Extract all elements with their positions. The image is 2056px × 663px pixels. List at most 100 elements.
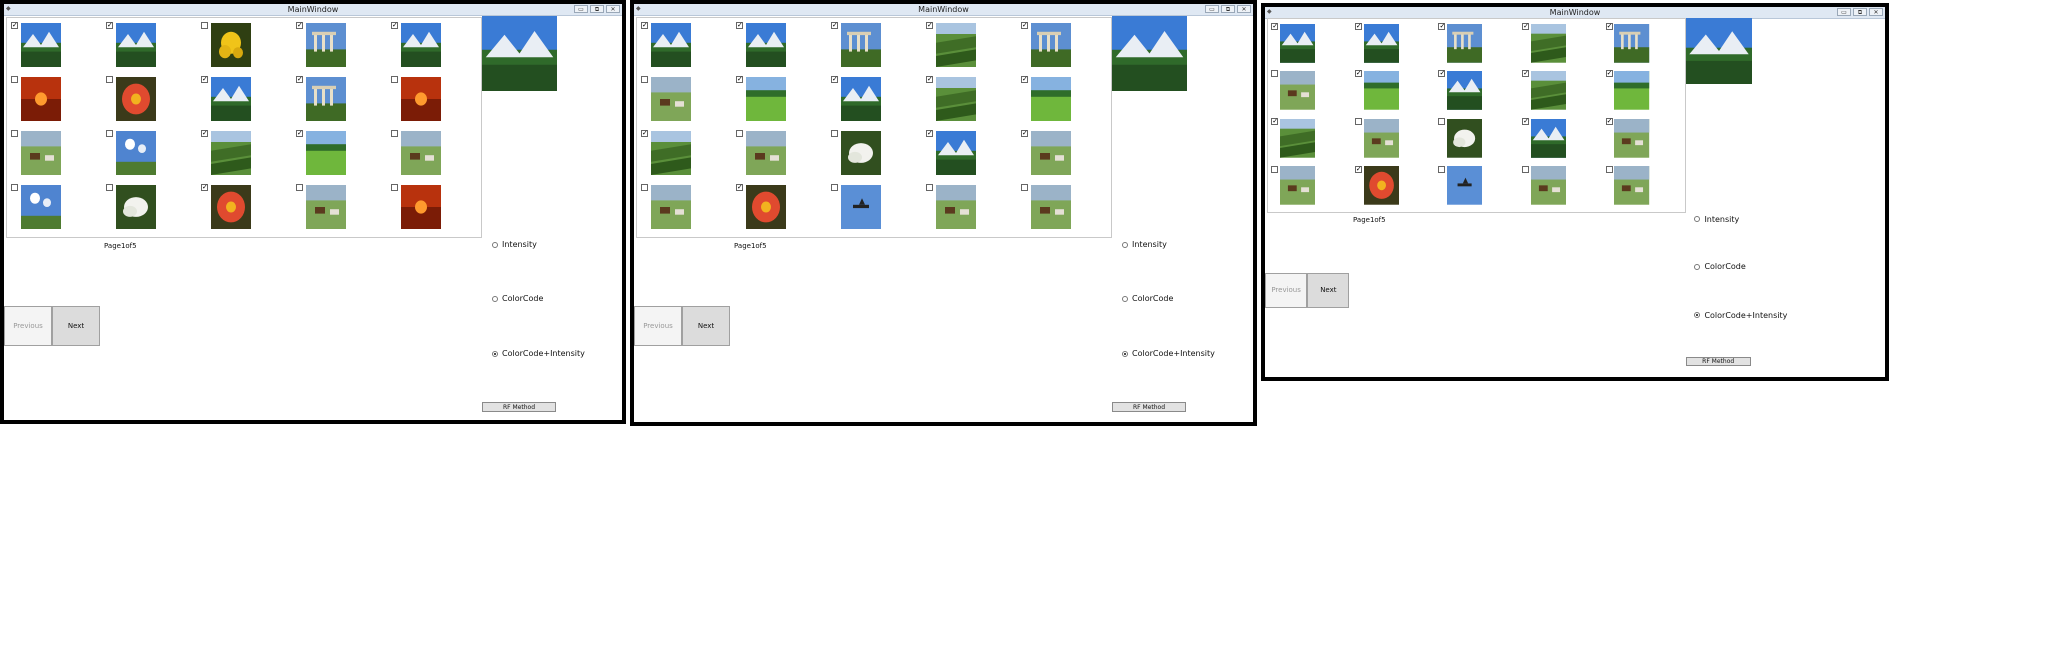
select-checkbox[interactable]: ✓: [391, 22, 398, 29]
thumbnail-image[interactable]: [1031, 23, 1071, 67]
select-checkbox[interactable]: ✓: [1438, 70, 1446, 78]
thumbnail-image[interactable]: [306, 185, 346, 229]
thumbnail-image[interactable]: [1530, 71, 1567, 111]
select-checkbox[interactable]: ✓: [831, 76, 838, 83]
select-checkbox[interactable]: [391, 76, 398, 83]
thumbnail-image[interactable]: [936, 131, 976, 175]
select-checkbox[interactable]: ✓: [831, 22, 838, 29]
select-checkbox[interactable]: [106, 130, 113, 137]
thumbnail-image[interactable]: [1363, 71, 1399, 111]
thumbnail-image[interactable]: [1280, 71, 1316, 111]
thumbnail-image[interactable]: [1363, 23, 1399, 63]
thumbnail-image[interactable]: [306, 131, 346, 175]
rf-method-button[interactable]: RF Method: [482, 402, 556, 412]
select-checkbox[interactable]: ✓: [11, 22, 18, 29]
close-icon[interactable]: ✕: [606, 5, 620, 13]
restore-icon[interactable]: ⧉: [1221, 5, 1235, 13]
select-checkbox[interactable]: ✓: [736, 76, 743, 83]
thumbnail-image[interactable]: [841, 185, 881, 229]
thumbnail-image[interactable]: [21, 131, 61, 175]
thumbnail-image[interactable]: [746, 23, 786, 67]
thumbnail-image[interactable]: [211, 131, 251, 175]
select-checkbox[interactable]: [106, 184, 113, 191]
select-checkbox[interactable]: [11, 130, 18, 137]
method-radio[interactable]: ColorCode: [1694, 262, 1746, 271]
thumbnail-image[interactable]: [116, 185, 156, 229]
select-checkbox[interactable]: [1438, 117, 1446, 125]
thumbnail-image[interactable]: [1280, 23, 1316, 63]
select-checkbox[interactable]: ✓: [926, 76, 933, 83]
select-checkbox[interactable]: [1522, 165, 1530, 173]
minimize-icon[interactable]: ▭: [1205, 5, 1219, 13]
select-checkbox[interactable]: ✓: [1021, 76, 1028, 83]
thumbnail-image[interactable]: [1031, 77, 1071, 121]
select-checkbox[interactable]: ✓: [1021, 130, 1028, 137]
thumbnail-image[interactable]: [651, 131, 691, 175]
select-checkbox[interactable]: [391, 184, 398, 191]
previous-button[interactable]: Previous: [1265, 272, 1308, 308]
radio-dot[interactable]: [1122, 295, 1128, 302]
thumbnail-image[interactable]: [1530, 118, 1567, 158]
radio-dot[interactable]: [1694, 216, 1701, 223]
select-checkbox[interactable]: ✓: [641, 22, 648, 29]
select-checkbox[interactable]: [926, 184, 933, 191]
thumbnail-image[interactable]: [936, 77, 976, 121]
thumbnail-image[interactable]: [1447, 71, 1483, 111]
radio-dot[interactable]: [492, 295, 498, 302]
thumbnail-image[interactable]: [116, 77, 156, 121]
thumbnail-image[interactable]: [1614, 166, 1650, 206]
select-checkbox[interactable]: [391, 130, 398, 137]
select-checkbox[interactable]: [1021, 184, 1028, 191]
thumbnail-image[interactable]: [21, 77, 61, 121]
method-radio[interactable]: ColorCode: [1122, 294, 1173, 303]
restore-icon[interactable]: ⧉: [590, 5, 604, 13]
select-checkbox[interactable]: ✓: [1438, 22, 1446, 30]
select-checkbox[interactable]: [1438, 165, 1446, 173]
method-radio[interactable]: Intensity: [492, 240, 537, 249]
select-checkbox[interactable]: [1605, 165, 1613, 173]
select-checkbox[interactable]: ✓: [1354, 165, 1362, 173]
thumbnail-image[interactable]: [1530, 166, 1567, 206]
restore-icon[interactable]: ⧉: [1853, 8, 1867, 16]
thumbnail-image[interactable]: [401, 23, 441, 67]
thumbnail-image[interactable]: [651, 23, 691, 67]
select-checkbox[interactable]: [1271, 70, 1279, 78]
thumbnail-image[interactable]: [1614, 118, 1650, 158]
thumbnail-image[interactable]: [401, 77, 441, 121]
select-checkbox[interactable]: [831, 184, 838, 191]
thumbnail-image[interactable]: [1447, 166, 1483, 206]
thumbnail-image[interactable]: [746, 185, 786, 229]
select-checkbox[interactable]: ✓: [1021, 22, 1028, 29]
thumbnail-image[interactable]: [306, 23, 346, 67]
select-checkbox[interactable]: ✓: [1271, 22, 1279, 30]
method-radio[interactable]: ColorCode+Intensity: [492, 349, 585, 358]
select-checkbox[interactable]: ✓: [106, 22, 113, 29]
thumbnail-image[interactable]: [841, 23, 881, 67]
method-radio[interactable]: ColorCode+Intensity: [1694, 311, 1787, 320]
select-checkbox[interactable]: [11, 184, 18, 191]
select-checkbox[interactable]: ✓: [296, 130, 303, 137]
radio-dot[interactable]: [1694, 263, 1701, 270]
select-checkbox[interactable]: [1271, 165, 1279, 173]
thumbnail-image[interactable]: [841, 131, 881, 175]
select-checkbox[interactable]: [641, 184, 648, 191]
select-checkbox[interactable]: ✓: [926, 22, 933, 29]
select-checkbox[interactable]: [1354, 117, 1362, 125]
rf-method-button[interactable]: RF Method: [1112, 402, 1186, 412]
select-checkbox[interactable]: ✓: [1271, 117, 1279, 125]
select-checkbox[interactable]: [106, 76, 113, 83]
select-checkbox[interactable]: ✓: [736, 22, 743, 29]
thumbnail-image[interactable]: [1280, 166, 1316, 206]
select-checkbox[interactable]: ✓: [1354, 22, 1362, 30]
select-checkbox[interactable]: ✓: [1522, 22, 1530, 30]
thumbnail-image[interactable]: [401, 131, 441, 175]
thumbnail-image[interactable]: [401, 185, 441, 229]
select-checkbox[interactable]: [736, 130, 743, 137]
thumbnail-image[interactable]: [306, 77, 346, 121]
select-checkbox[interactable]: ✓: [201, 184, 208, 191]
select-checkbox[interactable]: ✓: [201, 76, 208, 83]
thumbnail-image[interactable]: [1447, 118, 1483, 158]
thumbnail-image[interactable]: [211, 77, 251, 121]
thumbnail-image[interactable]: [1031, 131, 1071, 175]
minimize-icon[interactable]: ▭: [1837, 8, 1851, 16]
